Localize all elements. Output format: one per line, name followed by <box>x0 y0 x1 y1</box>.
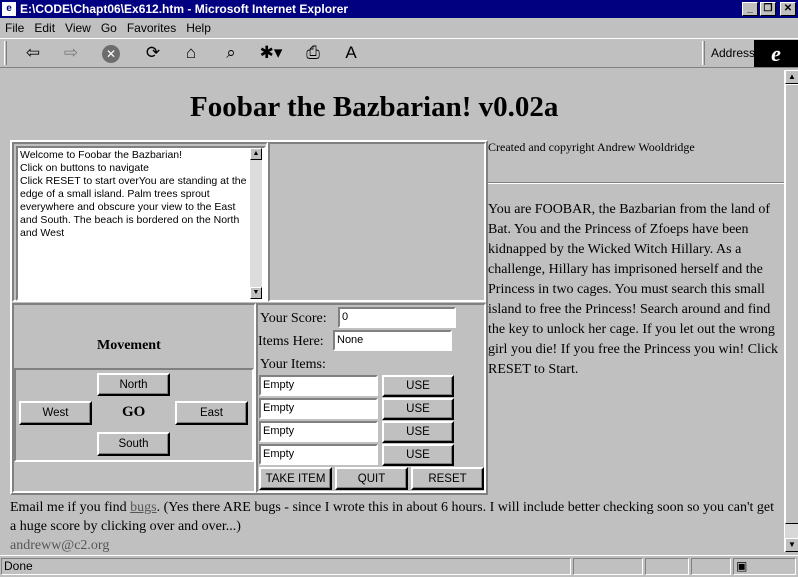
favorites-icon[interactable]: ✱▾ <box>258 41 284 65</box>
zone-cell: ▣ <box>733 558 796 575</box>
reset-button[interactable]: RESET <box>411 467 484 490</box>
score-field[interactable]: 0 <box>338 307 456 328</box>
south-button[interactable]: South <box>97 432 170 456</box>
log-scroll-up-icon[interactable]: ▲ <box>250 148 262 160</box>
toolbar-grip[interactable] <box>4 41 7 65</box>
score-label: Your Score: <box>260 311 327 326</box>
ie-page-icon: e <box>2 2 16 16</box>
search-icon[interactable]: ⌕ <box>218 41 244 65</box>
your-items-label: Your Items: <box>260 357 326 372</box>
quit-button[interactable]: QUIT <box>335 467 408 490</box>
email-address: andreww@c2.org <box>10 538 110 552</box>
items-here-label: Items Here: <box>258 334 324 349</box>
copyright-text: Created and copyright Andrew Wooldridge <box>488 140 695 154</box>
item-slot-3[interactable]: Empty <box>259 421 378 442</box>
status-cell-3 <box>645 558 689 575</box>
status-text: Done <box>1 558 571 575</box>
go-label: GO <box>122 404 146 420</box>
maximize-button[interactable]: ❐ <box>760 2 776 16</box>
scroll-down-icon[interactable]: ▼ <box>785 538 798 552</box>
status-cell-4 <box>691 558 731 575</box>
take-item-button[interactable]: TAKE ITEM <box>259 467 332 490</box>
item-slot-2[interactable]: Empty <box>259 398 378 419</box>
log-scrollbar[interactable]: ▲ ▼ <box>250 148 262 299</box>
east-button[interactable]: East <box>175 401 248 425</box>
menubar: File Edit View Go Favorites Help <box>0 19 798 37</box>
forward-icon[interactable]: ⇨ <box>58 41 84 65</box>
menu-edit[interactable]: Edit <box>29 21 60 35</box>
bugs-link[interactable]: bugs <box>130 500 156 515</box>
menu-go[interactable]: Go <box>96 21 122 35</box>
page-title: Foobar the Bazbarian! v0.02a <box>190 91 559 123</box>
statusbar: Done ▣ <box>0 555 798 577</box>
back-icon[interactable]: ⇦ <box>20 41 46 65</box>
items-here-field[interactable]: None <box>333 330 452 351</box>
page-content: Foobar the Bazbarian! v0.02a Welcome to … <box>2 70 784 552</box>
use-button-2[interactable]: USE <box>382 398 454 420</box>
scroll-thumb[interactable] <box>785 84 798 524</box>
north-button[interactable]: North <box>97 373 170 396</box>
print-icon[interactable]: ⎙ <box>300 41 326 65</box>
stop-icon[interactable]: ✕ <box>98 41 124 65</box>
menu-favorites[interactable]: Favorites <box>122 21 181 35</box>
refresh-icon[interactable]: ⟳ <box>140 41 166 65</box>
minimize-button[interactable]: _ <box>742 2 758 16</box>
footer-prefix: Email me if you find <box>10 500 131 515</box>
item-slot-4[interactable]: Empty <box>259 444 378 465</box>
home-icon[interactable]: ⌂ <box>178 41 204 65</box>
font-icon[interactable]: A <box>338 41 364 65</box>
status-progress <box>573 558 643 575</box>
empty-cell <box>268 142 486 302</box>
window-titlebar: e E:\CODE\Chapt06\Ex612.htm - Microsoft … <box>0 0 798 18</box>
message-log[interactable]: Welcome to Foobar the Bazbarian! Click o… <box>16 146 266 301</box>
use-button-1[interactable]: USE <box>382 375 454 397</box>
close-button[interactable]: ✕ <box>780 2 796 16</box>
footer-text: Email me if you find bugs. (Yes there AR… <box>10 498 780 536</box>
zone-icon: ▣ <box>736 559 748 573</box>
window-title: E:\CODE\Chapt06\Ex612.htm - Microsoft In… <box>20 2 349 16</box>
log-scroll-down-icon[interactable]: ▼ <box>250 287 262 299</box>
west-button[interactable]: West <box>19 401 92 425</box>
menu-view[interactable]: View <box>60 21 96 35</box>
address-grip[interactable] <box>702 41 705 65</box>
scroll-up-icon[interactable]: ▲ <box>785 70 798 84</box>
menu-help[interactable]: Help <box>181 21 216 35</box>
horizontal-rule <box>488 182 784 184</box>
ie-logo: e <box>754 40 798 67</box>
address-label[interactable]: Address <box>711 46 755 60</box>
use-button-3[interactable]: USE <box>382 421 454 443</box>
story-text: You are FOOBAR, the Bazbarian from the l… <box>488 202 779 377</box>
page-scrollbar[interactable]: ▲ ▼ <box>784 70 798 552</box>
movement-label: Movement <box>97 338 161 353</box>
item-slot-1[interactable]: Empty <box>259 375 378 396</box>
use-button-4[interactable]: USE <box>382 444 454 466</box>
menu-file[interactable]: File <box>0 21 29 35</box>
